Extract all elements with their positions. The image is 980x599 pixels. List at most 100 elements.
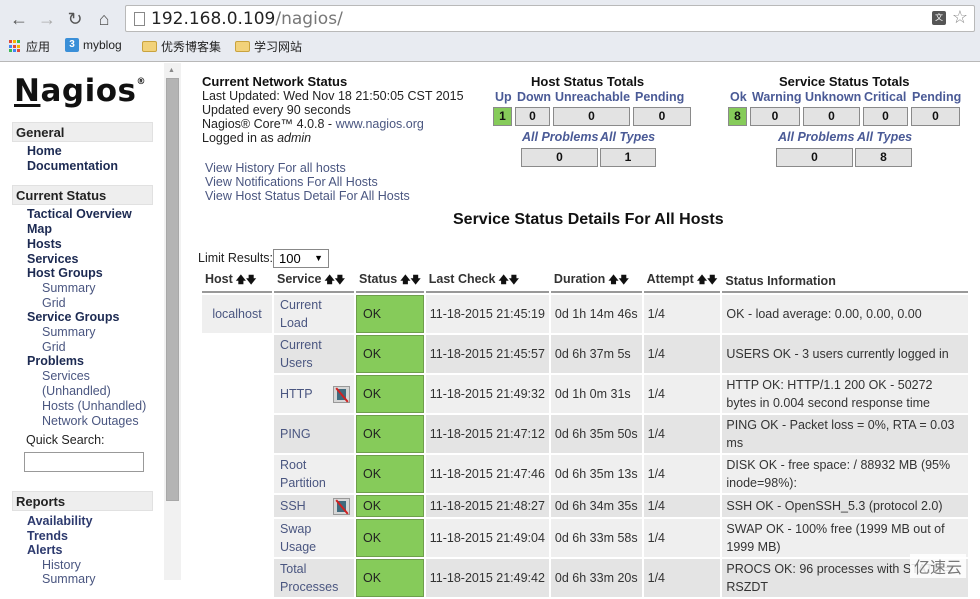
service-pending-count[interactable]: 0 [911, 107, 960, 126]
nav-host-groups-summary[interactable]: Summary [42, 281, 95, 295]
view-history-link[interactable]: View History For all hosts [205, 161, 346, 175]
version-text: Nagios® Core™ 4.0.8 - [202, 117, 336, 131]
quick-search-input[interactable] [24, 452, 144, 472]
service-link[interactable]: HTTP [280, 385, 313, 403]
nav-problems-services[interactable]: Services [42, 369, 90, 383]
sort-arrows-icon[interactable]: 🡅🡇 [608, 275, 629, 286]
service-all-types-count[interactable]: 8 [855, 148, 912, 167]
home-icon[interactable]: ⌂ [93, 8, 115, 30]
service-pending-label[interactable]: Pending [912, 90, 961, 104]
service-all-types-label[interactable]: All Types [857, 130, 912, 144]
host-all-problems-label[interactable]: All Problems [522, 130, 598, 144]
status-badge: OK [356, 495, 424, 517]
host-all-types-label[interactable]: All Types [600, 130, 655, 144]
sort-arrows-icon[interactable]: 🡅🡇 [236, 275, 257, 286]
host-down-count[interactable]: 0 [515, 107, 550, 126]
nav-service-groups-grid[interactable]: Grid [42, 340, 66, 354]
back-icon[interactable]: ← [8, 8, 30, 30]
service-unknown-label[interactable]: Unknown [805, 90, 861, 104]
nagios-logo[interactable]: Nagios® [14, 73, 146, 109]
bookmark-folder-learning[interactable]: 学习网站 [235, 38, 302, 55]
address-bar[interactable]: 192.168.0.109/nagios/ 文 ☆ [125, 5, 975, 32]
bookmark-apps[interactable]: 应用 [9, 38, 50, 55]
nav-problems[interactable]: Problems [27, 354, 84, 368]
service-ok-count[interactable]: 8 [728, 107, 747, 126]
host-unreachable-count[interactable]: 0 [553, 107, 630, 126]
scroll-thumb[interactable] [166, 78, 179, 501]
forward-icon[interactable]: → [36, 8, 58, 30]
scroll-up-arrow-icon[interactable]: ▲ [168, 67, 175, 74]
col-label: Last Check [429, 272, 496, 286]
nav-trends[interactable]: Trends [27, 529, 68, 543]
host-all-types-count[interactable]: 1 [600, 148, 656, 167]
service-link[interactable]: Total Processes [280, 560, 350, 596]
bookmark-myblog[interactable]: 3 myblog [65, 38, 122, 52]
nav-service-groups[interactable]: Service Groups [27, 310, 119, 324]
sidebar-scrollbar[interactable]: ▲ [164, 63, 181, 580]
nav-services[interactable]: Services [27, 252, 78, 266]
bookmark-folder-blogs[interactable]: 优秀博客集 [142, 38, 221, 55]
service-link[interactable]: Current Users [280, 336, 350, 372]
nav-alerts[interactable]: Alerts [27, 543, 62, 557]
host-down-label[interactable]: Down [517, 90, 551, 104]
nav-hosts[interactable]: Hosts [27, 237, 62, 251]
service-link[interactable]: Root Partition [280, 456, 350, 492]
service-unknown-count[interactable]: 0 [803, 107, 860, 126]
host-cell[interactable]: localhost [202, 295, 272, 333]
notifications-disabled-icon[interactable] [333, 386, 350, 403]
translate-icon[interactable]: 文 [932, 11, 946, 25]
status-info-cell: PING OK - Packet loss = 0%, RTA = 0.03 m… [722, 415, 968, 453]
nav-service-groups-summary[interactable]: Summary [42, 325, 95, 339]
service-warning-count[interactable]: 0 [750, 107, 800, 126]
host-pending-label[interactable]: Pending [635, 90, 684, 104]
limit-results-select[interactable]: 100▼ [273, 249, 329, 268]
service-cell: Current Users [274, 335, 354, 373]
nav-alerts-summary[interactable]: Summary [42, 572, 95, 586]
view-notifications-link[interactable]: View Notifications For All Hosts [205, 175, 378, 189]
host-pending-count[interactable]: 0 [633, 107, 691, 126]
service-warning-label[interactable]: Warning [752, 90, 802, 104]
service-critical-count[interactable]: 0 [863, 107, 908, 126]
host-cell [202, 559, 272, 597]
service-all-problems-count[interactable]: 0 [776, 148, 853, 167]
nav-hosts-unhandled-link[interactable]: (Unhandled) [77, 399, 146, 413]
nav-network-outages[interactable]: Network Outages [42, 414, 139, 428]
sort-arrows-icon[interactable]: 🡅🡇 [697, 275, 718, 286]
reload-icon[interactable]: ↻ [64, 8, 86, 30]
nav-tactical-overview[interactable]: Tactical Overview [27, 207, 132, 221]
nav-documentation[interactable]: Documentation [27, 159, 118, 173]
sort-arrows-icon[interactable]: 🡅🡇 [324, 275, 345, 286]
nav-hosts-link[interactable]: Hosts [42, 399, 74, 413]
nav-problems-services-unhandled[interactable]: (Unhandled) [42, 384, 111, 398]
host-unreachable-label[interactable]: Unreachable [555, 90, 630, 104]
bookmark-star-icon[interactable]: ☆ [952, 7, 968, 28]
service-link[interactable]: SSH [280, 497, 306, 515]
sort-arrows-icon[interactable]: 🡅🡇 [498, 275, 519, 286]
service-link[interactable]: Current Load [280, 296, 350, 332]
host-up-label[interactable]: Up [495, 90, 512, 104]
notifications-disabled-icon[interactable] [333, 498, 350, 515]
service-link[interactable]: Swap Usage [280, 520, 350, 556]
nav-availability[interactable]: Availability [27, 514, 93, 528]
nav-host-groups[interactable]: Host Groups [27, 266, 103, 280]
table-header: Host🡅🡇 Service🡅🡇 Status🡅🡇 Last Check🡅🡇 D… [202, 271, 968, 293]
host-up-count[interactable]: 1 [493, 107, 512, 126]
col-duration: Duration🡅🡇 [551, 271, 642, 293]
service-all-problems-label[interactable]: All Problems [778, 130, 854, 144]
url-text[interactable]: 192.168.0.109/nagios/ [151, 9, 343, 29]
view-host-status-link[interactable]: View Host Status Detail For All Hosts [205, 189, 410, 203]
service-critical-label[interactable]: Critical [864, 90, 906, 104]
sort-arrows-icon[interactable]: 🡅🡇 [400, 275, 421, 286]
nagios-org-link[interactable]: www.nagios.org [336, 117, 424, 131]
nav-alerts-history[interactable]: History [42, 558, 81, 572]
nav-home[interactable]: Home [27, 144, 62, 158]
duration-cell: 0d 1h 14m 46s [551, 295, 642, 333]
nav-host-groups-grid[interactable]: Grid [42, 296, 66, 310]
host-all-problems-count[interactable]: 0 [521, 148, 598, 167]
nav-map[interactable]: Map [27, 222, 52, 236]
host-link[interactable]: localhost [212, 307, 261, 321]
url-host: 192.168.0.109 [151, 9, 275, 29]
service-link[interactable]: PING [280, 425, 311, 443]
col-label: Status [359, 272, 397, 286]
service-ok-label[interactable]: Ok [730, 90, 747, 104]
